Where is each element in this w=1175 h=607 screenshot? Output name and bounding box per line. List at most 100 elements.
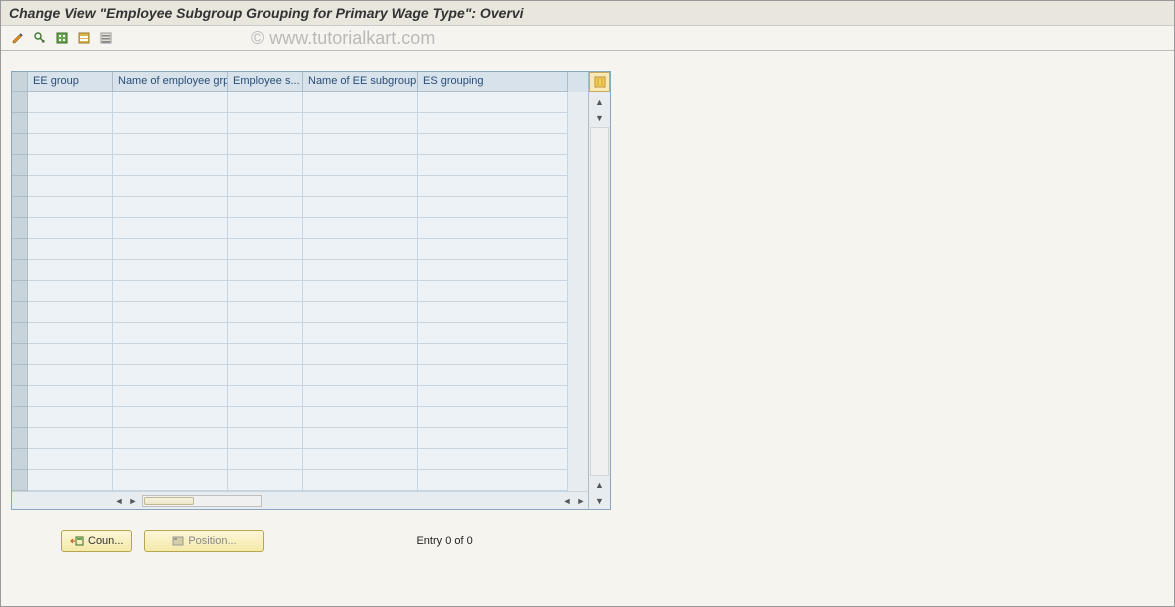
cell-es-grouping[interactable] [418, 260, 568, 281]
row-selector[interactable] [12, 260, 28, 281]
cell-ee-group[interactable] [28, 407, 113, 428]
cell-employee-s[interactable] [228, 428, 303, 449]
cell-name-subgroup[interactable] [303, 239, 418, 260]
cell-es-grouping[interactable] [418, 365, 568, 386]
row-selector[interactable] [12, 134, 28, 155]
cell-ee-group[interactable] [28, 260, 113, 281]
cell-ee-group[interactable] [28, 302, 113, 323]
cell-ee-group[interactable] [28, 197, 113, 218]
cell-name-subgroup[interactable] [303, 302, 418, 323]
cell-name-grp[interactable] [113, 155, 228, 176]
table-row[interactable] [12, 176, 588, 197]
cell-name-grp[interactable] [113, 302, 228, 323]
cell-employee-s[interactable] [228, 239, 303, 260]
cell-name-subgroup[interactable] [303, 260, 418, 281]
table-row[interactable] [12, 302, 588, 323]
display-change-icon[interactable] [9, 29, 27, 47]
table-row[interactable] [12, 113, 588, 134]
cell-employee-s[interactable] [228, 260, 303, 281]
cell-name-subgroup[interactable] [303, 428, 418, 449]
cell-es-grouping[interactable] [418, 302, 568, 323]
cell-employee-s[interactable] [228, 113, 303, 134]
scroll-right-end-icon[interactable]: ► [574, 496, 588, 506]
cell-ee-group[interactable] [28, 92, 113, 113]
cell-employee-s[interactable] [228, 176, 303, 197]
cell-employee-s[interactable] [228, 134, 303, 155]
table-row[interactable] [12, 386, 588, 407]
row-selector[interactable] [12, 407, 28, 428]
scroll-down-step-icon[interactable]: ▼ [589, 110, 610, 126]
cell-es-grouping[interactable] [418, 344, 568, 365]
row-selector[interactable] [12, 470, 28, 491]
cell-name-subgroup[interactable] [303, 134, 418, 155]
cell-es-grouping[interactable] [418, 323, 568, 344]
row-selector[interactable] [12, 113, 28, 134]
row-selector[interactable] [12, 323, 28, 344]
table-row[interactable] [12, 470, 588, 491]
table-row[interactable] [12, 428, 588, 449]
row-selector[interactable] [12, 449, 28, 470]
cell-es-grouping[interactable] [418, 407, 568, 428]
cell-employee-s[interactable] [228, 344, 303, 365]
column-header-name-grp[interactable]: Name of employee grp [113, 72, 228, 92]
table-row[interactable] [12, 260, 588, 281]
cell-name-subgroup[interactable] [303, 281, 418, 302]
cell-name-grp[interactable] [113, 260, 228, 281]
cell-ee-group[interactable] [28, 155, 113, 176]
column-header-es-grouping[interactable]: ES grouping [418, 72, 568, 92]
table-row[interactable] [12, 323, 588, 344]
cell-es-grouping[interactable] [418, 386, 568, 407]
cell-name-subgroup[interactable] [303, 155, 418, 176]
cell-name-grp[interactable] [113, 428, 228, 449]
scroll-up-end-icon[interactable]: ▲ [589, 477, 610, 493]
cell-es-grouping[interactable] [418, 449, 568, 470]
cell-name-grp[interactable] [113, 92, 228, 113]
cell-name-grp[interactable] [113, 134, 228, 155]
cell-name-grp[interactable] [113, 176, 228, 197]
cell-name-grp[interactable] [113, 365, 228, 386]
cell-name-subgroup[interactable] [303, 470, 418, 491]
cell-employee-s[interactable] [228, 323, 303, 344]
cell-employee-s[interactable] [228, 365, 303, 386]
cell-es-grouping[interactable] [418, 197, 568, 218]
cell-name-grp[interactable] [113, 323, 228, 344]
cell-employee-s[interactable] [228, 281, 303, 302]
cell-employee-s[interactable] [228, 302, 303, 323]
row-selector[interactable] [12, 344, 28, 365]
row-selector[interactable] [12, 176, 28, 197]
row-selector[interactable] [12, 386, 28, 407]
cell-es-grouping[interactable] [418, 155, 568, 176]
table-row[interactable] [12, 344, 588, 365]
column-header-name-subgroup[interactable]: Name of EE subgroup [303, 72, 418, 92]
scroll-right-step-icon[interactable]: ► [126, 496, 140, 506]
cell-es-grouping[interactable] [418, 428, 568, 449]
row-selector[interactable] [12, 302, 28, 323]
cell-name-grp[interactable] [113, 470, 228, 491]
other-view-icon[interactable] [31, 29, 49, 47]
cell-es-grouping[interactable] [418, 134, 568, 155]
row-selector[interactable] [12, 218, 28, 239]
select-all-icon[interactable] [53, 29, 71, 47]
cell-ee-group[interactable] [28, 470, 113, 491]
select-block-icon[interactable] [75, 29, 93, 47]
table-row[interactable] [12, 197, 588, 218]
cell-ee-group[interactable] [28, 386, 113, 407]
table-row[interactable] [12, 365, 588, 386]
table-row[interactable] [12, 239, 588, 260]
cell-es-grouping[interactable] [418, 218, 568, 239]
cell-name-subgroup[interactable] [303, 344, 418, 365]
cell-ee-group[interactable] [28, 281, 113, 302]
cell-employee-s[interactable] [228, 218, 303, 239]
cell-name-subgroup[interactable] [303, 386, 418, 407]
table-row[interactable] [12, 449, 588, 470]
cell-name-grp[interactable] [113, 239, 228, 260]
cell-name-subgroup[interactable] [303, 197, 418, 218]
row-selector[interactable] [12, 92, 28, 113]
cell-es-grouping[interactable] [418, 92, 568, 113]
cell-name-subgroup[interactable] [303, 365, 418, 386]
row-selector[interactable] [12, 197, 28, 218]
position-button[interactable]: Position... [144, 530, 264, 552]
cell-name-subgroup[interactable] [303, 407, 418, 428]
cell-name-grp[interactable] [113, 218, 228, 239]
cell-name-subgroup[interactable] [303, 323, 418, 344]
